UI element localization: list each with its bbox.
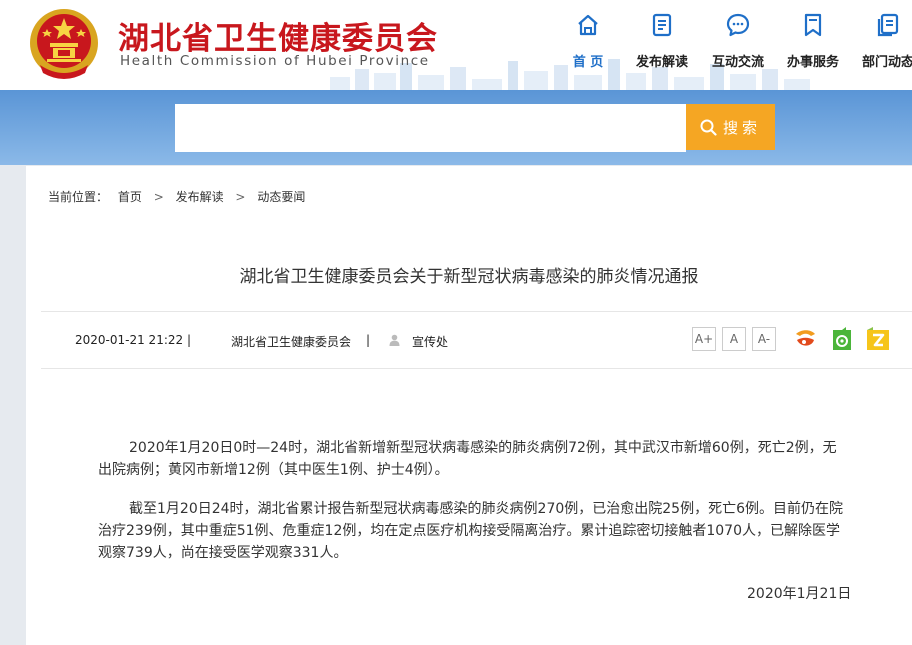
- nav-home[interactable]: 首 页: [548, 12, 628, 70]
- article-signature-date: 2020年1月21日: [747, 586, 852, 602]
- national-emblem-logo: [30, 9, 98, 79]
- search-button[interactable]: 搜索: [686, 104, 775, 150]
- user-icon: [389, 334, 400, 346]
- breadcrumb-home[interactable]: 首页: [118, 190, 142, 204]
- meta-divider: |: [366, 333, 371, 347]
- breadcrumb: 当前位置： 首页 > 发布解读 > 动态要闻: [48, 188, 311, 205]
- nav-releases-label: 发布解读: [635, 55, 688, 70]
- search-icon: [700, 119, 717, 136]
- nav-services[interactable]: 办事服务: [773, 12, 853, 70]
- article-source: 湖北省卫生健康委员会: [231, 335, 352, 349]
- home-icon: [578, 14, 598, 36]
- nav-home-label: 首 页: [572, 55, 604, 70]
- qzone-icon[interactable]: [865, 326, 891, 352]
- nav-interaction[interactable]: 互动交流: [698, 12, 778, 70]
- weibo-icon[interactable]: [793, 326, 819, 352]
- breadcrumb-separator: >: [235, 190, 246, 204]
- font-decrease-button[interactable]: A-: [752, 327, 776, 351]
- breadcrumb-releases[interactable]: 发布解读: [176, 190, 224, 204]
- article-paragraph: 截至1月20日24时，湖北省累计报告新型冠状病毒感染的肺炎病例270例，已治愈出…: [98, 501, 843, 561]
- breadcrumb-separator: >: [153, 190, 164, 204]
- article-paragraph: 2020年1月20日0时—24时，湖北省新增新型冠状病毒感染的肺炎病例72例，其…: [98, 440, 837, 478]
- site-subtitle: Health Commission of Hubei Province: [120, 53, 430, 69]
- search-input[interactable]: [175, 104, 686, 152]
- article-author: 宣传处: [412, 335, 449, 349]
- meta-divider: |: [187, 333, 192, 347]
- nav-interaction-label: 互动交流: [711, 55, 764, 70]
- breadcrumb-news[interactable]: 动态要闻: [257, 190, 305, 204]
- article-date: 2020-01-21 21:22: [75, 333, 184, 347]
- font-normal-button[interactable]: A: [722, 327, 746, 351]
- font-increase-button[interactable]: A+: [692, 327, 716, 351]
- document-icon: [652, 13, 672, 37]
- bookmark-icon: [804, 13, 822, 37]
- nav-department-news[interactable]: 部门动态: [848, 12, 912, 70]
- nav-services-label: 办事服务: [786, 55, 839, 70]
- documents-icon: [877, 13, 899, 37]
- nav-releases[interactable]: 发布解读: [622, 12, 702, 70]
- wechat-icon[interactable]: [829, 326, 855, 352]
- article-title: 湖北省卫生健康委员会关于新型冠状病毒感染的肺炎情况通报: [239, 267, 699, 287]
- content-panel: [26, 166, 912, 645]
- nav-department-news-label: 部门动态: [861, 55, 912, 70]
- chat-bubble-icon: [726, 13, 750, 37]
- site-title: 湖北省卫生健康委员会: [118, 21, 438, 57]
- site-header: 湖北省卫生健康委员会 Health Commission of Hubei Pr…: [0, 0, 912, 90]
- breadcrumb-prefix: 当前位置：: [48, 190, 109, 204]
- search-button-label: 搜索: [722, 118, 761, 137]
